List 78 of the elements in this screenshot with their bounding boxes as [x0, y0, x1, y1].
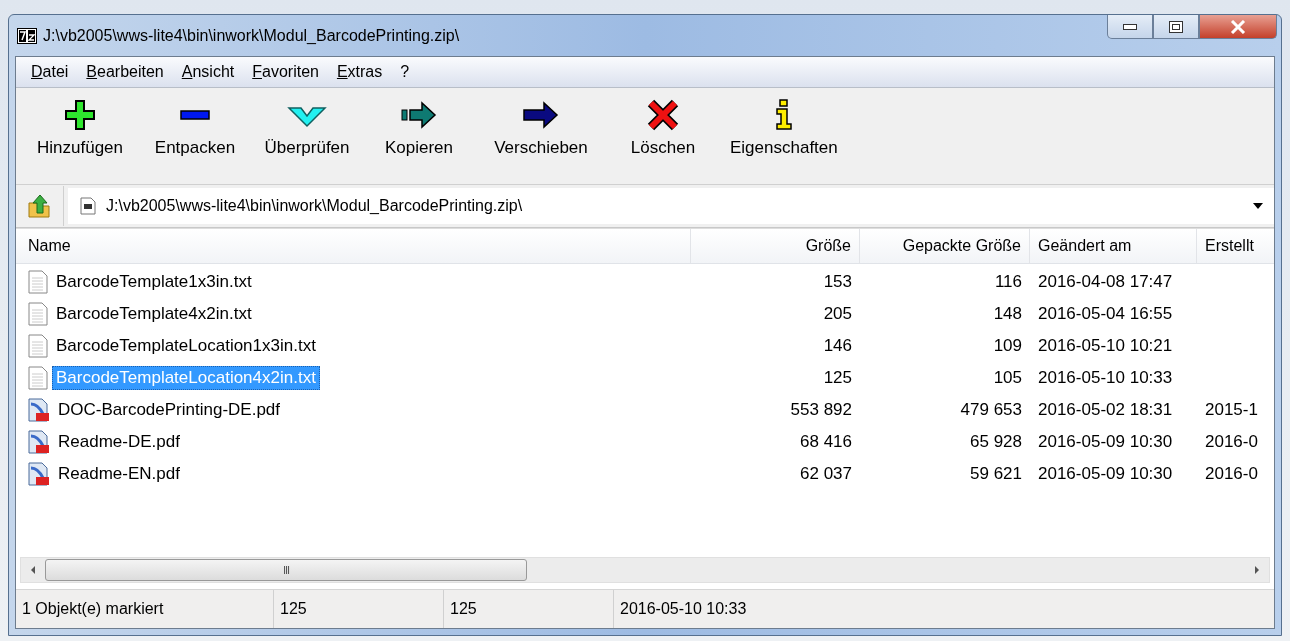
- close-button[interactable]: [1199, 15, 1277, 39]
- column-header[interactable]: Name: [16, 229, 691, 263]
- scrollbar-thumb[interactable]: III: [45, 559, 527, 581]
- file-name[interactable]: Readme-EN.pdf: [54, 462, 184, 486]
- maximize-button[interactable]: [1153, 15, 1199, 39]
- status-text: 125: [444, 590, 614, 628]
- file-name[interactable]: BarcodeTemplate1x3in.txt: [52, 270, 256, 294]
- table-cell-text: 2016-05-10 10:21: [1037, 336, 1174, 356]
- minus-icon: [180, 110, 210, 120]
- table-cell-text: 2016-05-10 10:33: [1037, 368, 1174, 388]
- horizontal-scrollbar[interactable]: III: [20, 557, 1270, 583]
- text-file-icon: [28, 366, 48, 390]
- file-name[interactable]: Readme-DE.pdf: [54, 430, 184, 454]
- app-icon: [17, 27, 37, 44]
- delete-icon: [646, 98, 680, 132]
- status-text: 2016-05-10 10:33: [619, 599, 748, 619]
- table-cell-text: 116: [993, 272, 1023, 292]
- toolbar-button[interactable]: Überprüfen: [252, 98, 362, 158]
- table-cell-text: 2016-05-04 16:55: [1037, 304, 1174, 324]
- table-cell-text: 2015-1: [1204, 400, 1259, 420]
- toolbar-button[interactable]: Entpacken: [140, 98, 250, 158]
- table-cell-text: 146: [822, 336, 853, 356]
- plus-icon: [63, 98, 97, 132]
- minimize-icon: [1123, 23, 1137, 30]
- table-cell-text: 2016-04-08 17:47: [1037, 272, 1174, 292]
- scroll-left-icon[interactable]: [29, 565, 37, 575]
- column-header[interactable]: Erstellt: [1197, 229, 1267, 263]
- table-cell-text: 205: [822, 304, 853, 324]
- table-cell-text: 109: [992, 336, 1023, 356]
- text-file-icon: [28, 302, 48, 326]
- toolbar-button[interactable]: Löschen: [608, 98, 718, 158]
- table-cell-text: 125: [822, 368, 853, 388]
- dropdown-caret-icon[interactable]: [1252, 202, 1264, 210]
- toolbar-button[interactable]: Verschieben: [476, 98, 606, 158]
- file-name[interactable]: BarcodeTemplate4x2in.txt: [52, 302, 256, 326]
- text-file-icon: [28, 270, 48, 294]
- table-cell-text: 59 621: [969, 464, 1023, 484]
- close-icon: [1230, 19, 1246, 34]
- address-field[interactable]: J:\vb2005\wws-lite4\bin\inwork\Modul_BarcodePrinting.zip\: [68, 188, 1274, 224]
- minimize-button[interactable]: [1107, 15, 1153, 39]
- column-header[interactable]: Größe: [691, 229, 860, 263]
- menu-item[interactable]: Ansicht: [172, 63, 244, 81]
- scroll-right-icon[interactable]: [1253, 565, 1261, 575]
- menu-item[interactable]: Bearbeiten: [77, 63, 173, 81]
- menu-item[interactable]: ?: [391, 63, 419, 81]
- menu-item[interactable]: Favoriten: [243, 63, 328, 81]
- table-cell-text: 105: [992, 368, 1023, 388]
- table-cell-text: 553 892: [789, 400, 853, 420]
- column-header[interactable]: Gepackte Größe: [860, 229, 1030, 263]
- table-cell-text: 2016-05-02 18:31: [1037, 400, 1174, 420]
- table-cell-text: 62 037: [799, 464, 853, 484]
- table-cell-text: 2016-05-09 10:30: [1037, 464, 1174, 484]
- pdf-file-icon: [28, 462, 50, 486]
- status-text: 1 Objekt(e) markiert: [16, 590, 274, 628]
- file-name[interactable]: BarcodeTemplateLocation1x3in.txt: [52, 334, 320, 358]
- pdf-file-icon: [28, 398, 50, 422]
- text-file-icon: [28, 334, 48, 358]
- status-text: 125: [274, 590, 444, 628]
- menu-item[interactable]: Datei: [22, 63, 78, 81]
- maximize-icon: [1169, 20, 1183, 33]
- table-cell-text: 148: [992, 304, 1023, 324]
- menu-item[interactable]: Extras: [327, 63, 392, 81]
- file-name[interactable]: DOC-BarcodePrinting-DE.pdf: [54, 398, 285, 422]
- window-title: J:\vb2005\wws-lite4\bin\inwork\Modul_BarcodePrinting.zip\: [43, 26, 460, 45]
- toolbar-button[interactable]: Hinzufügen: [22, 98, 138, 158]
- toolbar-button[interactable]: Eigenschaften: [720, 98, 848, 158]
- table-cell-text: 65 928: [969, 432, 1023, 452]
- table-cell-text: 479 653: [959, 400, 1023, 420]
- folder-up-icon: [26, 193, 53, 219]
- toolbar-button[interactable]: Kopieren: [364, 98, 474, 158]
- table-cell-text: 153: [822, 272, 853, 292]
- table-cell-text: 68 416: [799, 432, 853, 452]
- table-cell-text: 2016-05-09 10:30: [1037, 432, 1174, 452]
- pdf-file-icon: [28, 430, 50, 454]
- column-header[interactable]: Geändert am: [1030, 229, 1197, 263]
- table-cell-text: 2016-0: [1204, 432, 1259, 452]
- table-cell-text: 2016-0: [1204, 464, 1259, 484]
- archive-icon: [80, 197, 96, 215]
